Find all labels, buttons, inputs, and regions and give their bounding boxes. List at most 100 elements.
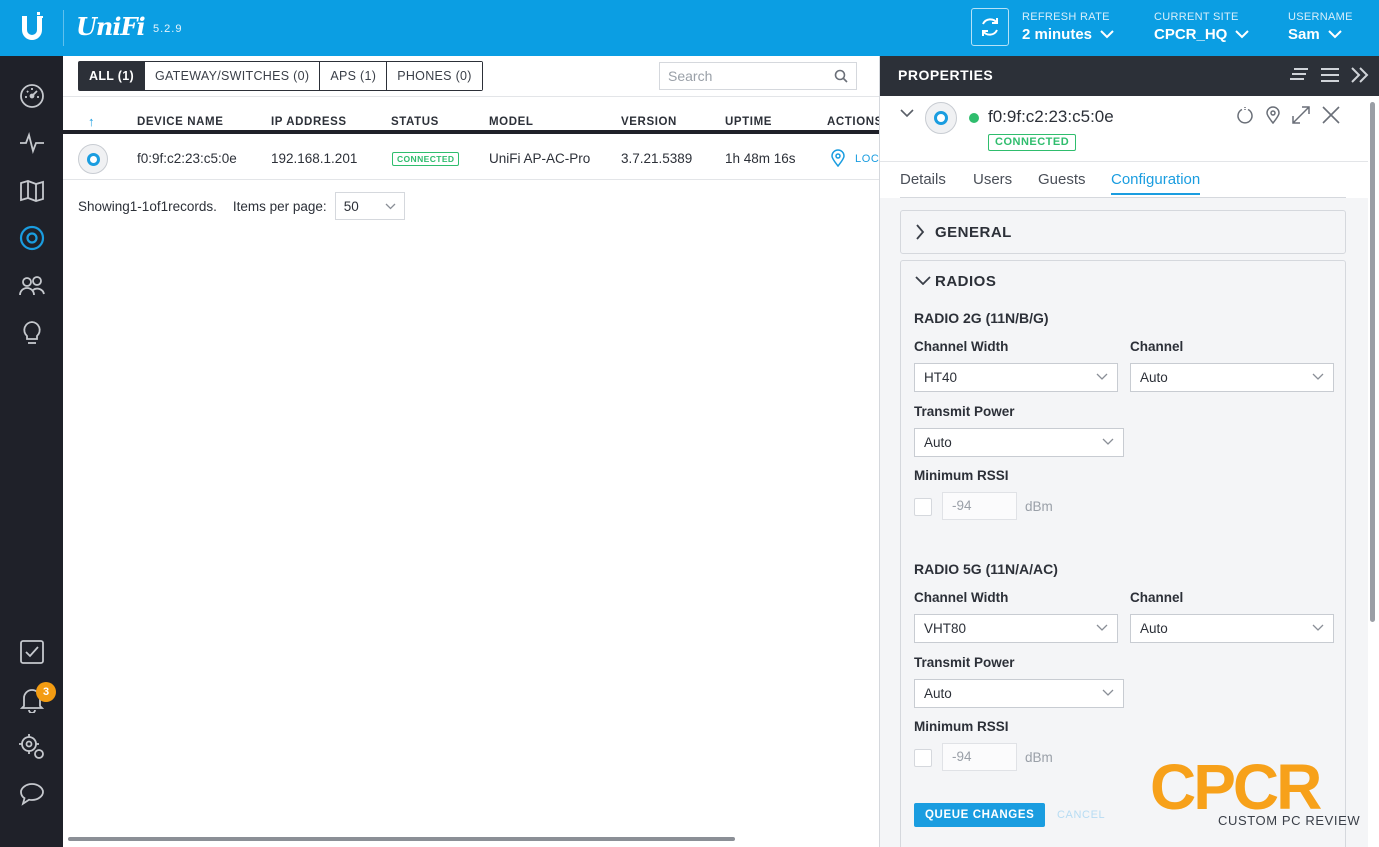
radio-5g-tx-power-label: Transmit Power (914, 655, 1015, 670)
radio-5g-rssi-label: Minimum RSSI (914, 719, 1009, 734)
column-device-name[interactable]: DEVICE NAME (137, 116, 223, 128)
items-per-page-select[interactable]: 50 (334, 192, 405, 220)
radio-2g-channel-width-select[interactable]: HT40 (914, 363, 1118, 392)
column-model[interactable]: MODEL (489, 116, 534, 128)
radio-2g-rssi-input[interactable]: -94 (942, 492, 1017, 520)
watermark-logo: CPCR (1150, 751, 1322, 823)
column-uptime[interactable]: UPTIME (725, 116, 772, 128)
chat-icon (19, 782, 44, 806)
radios-section-title: RADIOS (935, 273, 997, 290)
sidebar-item-chat[interactable] (16, 778, 47, 809)
tab-guests[interactable]: Guests (1038, 171, 1086, 193)
alerts-count-badge: 3 (36, 682, 56, 702)
refresh-rate-label: REFRESH RATE (1022, 11, 1110, 23)
access-point-icon (78, 144, 108, 174)
sidebar-item-devices[interactable] (16, 222, 47, 253)
map-icon (19, 179, 44, 202)
radio-2g-channel-width-value: HT40 (924, 370, 958, 385)
radio-2g-channel-select[interactable]: Auto (1130, 363, 1334, 392)
collapse-all-icon[interactable] (1290, 66, 1310, 84)
current-site-dropdown[interactable]: CURRENT SITE CPCR_HQ (1154, 11, 1250, 43)
showing-total: 1 (160, 198, 169, 214)
filter-tab-all[interactable]: ALL (1) (79, 62, 144, 90)
sidebar: 3 (0, 56, 63, 847)
chevron-down-icon[interactable] (900, 108, 914, 118)
radio-5g-rssi-input[interactable]: -94 (942, 743, 1017, 771)
sort-arrow-icon[interactable]: ↑ (88, 114, 95, 129)
tab-configuration[interactable]: Configuration (1111, 171, 1201, 195)
refresh-button[interactable] (971, 8, 1009, 46)
radio-5g-rssi-checkbox[interactable] (914, 749, 932, 767)
chevron-down-icon[interactable] (915, 275, 931, 285)
ubiquiti-logo-icon[interactable] (14, 10, 50, 46)
online-status-dot (969, 113, 979, 123)
chevron-down-icon (1327, 30, 1342, 39)
radio-5g-channel-select[interactable]: Auto (1130, 614, 1334, 643)
sidebar-item-settings[interactable] (16, 731, 47, 762)
dashboard-icon (19, 83, 44, 108)
general-section-title: GENERAL (935, 224, 1012, 241)
filter-tab-gateway-switches[interactable]: GATEWAY/SWITCHES (0) (143, 62, 320, 90)
chevron-down-icon (1312, 373, 1324, 380)
device-name-title: f0:9f:c2:23:c5:0e (988, 107, 1114, 126)
insights-icon (22, 320, 41, 344)
uptime-cell: 1h 48m 16s (725, 151, 796, 166)
username-dropdown[interactable]: USERNAME Sam (1288, 11, 1353, 43)
vertical-scrollbar[interactable] (1370, 102, 1375, 622)
radio-2g-rssi-checkbox[interactable] (914, 498, 932, 516)
close-icon[interactable] (1322, 106, 1340, 124)
horizontal-scrollbar[interactable] (68, 837, 735, 841)
pagination-bar: Showing 1-1 of 1 records. Items per page… (78, 192, 405, 220)
search-icon[interactable] (834, 69, 848, 83)
sidebar-item-statistics[interactable] (16, 127, 47, 158)
unifi-logo-text: UniFi (76, 12, 146, 41)
model-cell: UniFi AP-AC-Pro (489, 151, 591, 166)
radio-2g-tx-power-label: Transmit Power (914, 404, 1015, 419)
refresh-rate-dropdown[interactable]: REFRESH RATE 2 minutes (1022, 11, 1114, 43)
table-row[interactable]: f0:9f:c2:23:c5:0e 192.168.1.201 CONNECTE… (63, 138, 879, 180)
general-section[interactable]: GENERAL (900, 210, 1346, 254)
search-input[interactable] (660, 63, 820, 89)
radio-5g-channel-width-select[interactable]: VHT80 (914, 614, 1118, 643)
showing-suffix: records. (168, 198, 217, 214)
settings-icon (18, 733, 44, 759)
properties-header: PROPERTIES (880, 56, 1379, 96)
sidebar-item-map[interactable] (16, 175, 47, 206)
sidebar-item-dashboard[interactable] (16, 80, 47, 111)
sidebar-item-tasks[interactable] (16, 636, 47, 667)
radio-5g-tx-power-select[interactable]: Auto (914, 679, 1124, 708)
menu-icon[interactable] (1320, 66, 1340, 84)
status-badge: CONNECTED (988, 134, 1077, 151)
radio-2g-rssi-label: Minimum RSSI (914, 468, 1009, 483)
radio-5g-channel-width-label: Channel Width (914, 590, 1009, 605)
tabs-divider (900, 197, 1346, 198)
clients-icon (18, 275, 45, 295)
locate-pin-icon[interactable] (831, 149, 845, 167)
locate-action-link[interactable]: LOC (855, 153, 879, 165)
filter-tab-aps[interactable]: APS (1) (319, 62, 387, 90)
radio-5g-channel-label: Channel (1130, 590, 1184, 605)
radio-2g-channel-value: Auto (1140, 370, 1168, 385)
double-chevron-right-icon[interactable] (1350, 66, 1370, 84)
locate-pin-icon[interactable] (1266, 106, 1280, 124)
column-version[interactable]: VERSION (621, 116, 677, 128)
sidebar-item-clients[interactable] (16, 270, 47, 301)
tab-users[interactable]: Users (973, 171, 1012, 193)
radio-2g-tx-power-select[interactable]: Auto (914, 428, 1124, 457)
tab-details[interactable]: Details (900, 171, 946, 193)
filter-tab-phones[interactable]: PHONES (0) (386, 62, 482, 90)
sidebar-item-insights[interactable] (16, 317, 47, 348)
radio-5g-tx-power-value: Auto (924, 686, 952, 701)
ip-address-cell: 192.168.1.201 (271, 151, 358, 166)
column-ip-address[interactable]: IP ADDRESS (271, 116, 347, 128)
queue-changes-button[interactable]: QUEUE CHANGES (914, 803, 1046, 827)
showing-prefix: Showing (78, 198, 130, 214)
cancel-button[interactable]: CANCEL (1057, 809, 1105, 821)
chevron-down-icon (1102, 689, 1114, 696)
radio-5g-title: RADIO 5G (11N/A/AC) (914, 561, 1058, 577)
top-bar: UniFi 5.2.9 REFRESH RATE 2 minutes CURRE… (0, 0, 1379, 56)
power-restart-icon[interactable] (1236, 106, 1254, 124)
refresh-icon (982, 18, 998, 36)
column-status[interactable]: STATUS (391, 116, 439, 128)
expand-icon[interactable] (1292, 106, 1310, 124)
